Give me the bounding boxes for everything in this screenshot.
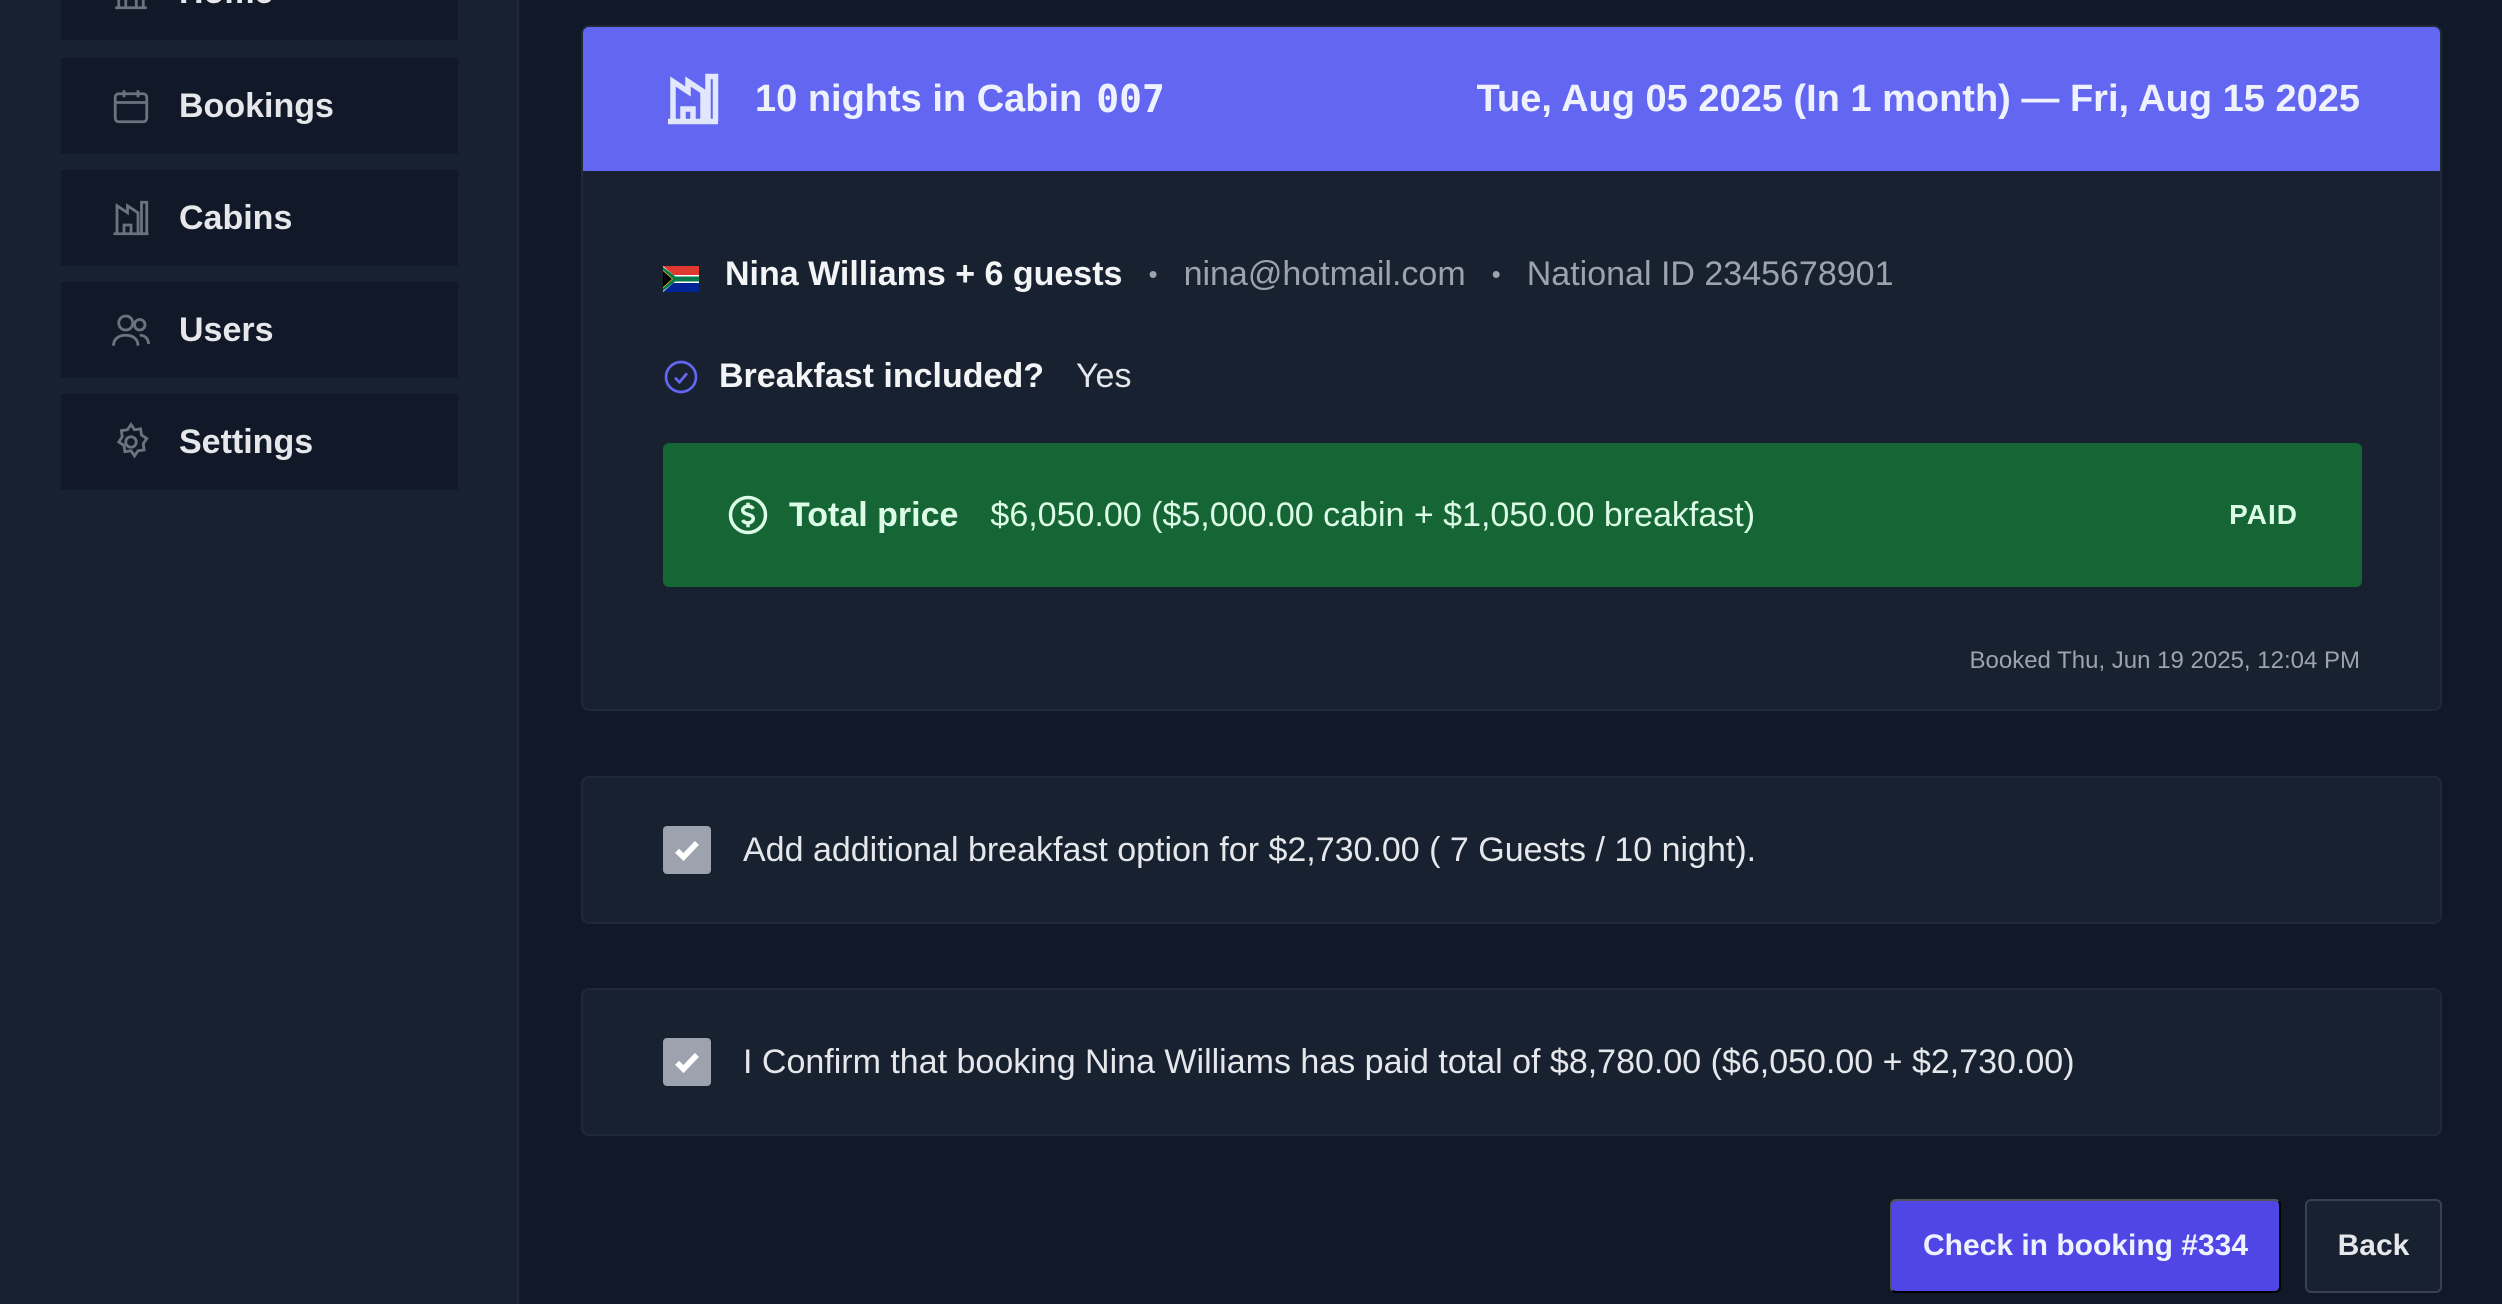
dollar-circle-icon xyxy=(727,494,769,536)
cabin-icon xyxy=(109,196,153,240)
add-breakfast-card: Add additional breakfast option for $2,7… xyxy=(581,776,2442,924)
sidebar-item-label: Users xyxy=(179,310,274,349)
sidebar-item-cabins[interactable]: Cabins xyxy=(61,170,458,266)
guest-info: Nina Williams + 6 guests • nina@hotmail.… xyxy=(663,255,1893,294)
price-summary: Total price $6,050.00 ($5,000.00 cabin +… xyxy=(663,443,2362,587)
sidebar-item-settings[interactable]: Settings xyxy=(61,394,458,490)
sidebar-item-label: Settings xyxy=(179,422,314,461)
separator-dot: • xyxy=(1148,259,1158,289)
breakfast-label: Breakfast included? xyxy=(719,357,1044,395)
cabin-icon xyxy=(663,69,723,129)
add-breakfast-label: Add additional breakfast option for $2,7… xyxy=(743,830,1757,869)
sidebar: Home Bookings Cabins Users Settings xyxy=(0,0,519,1304)
booking-title: 10 nights in Cabin xyxy=(755,77,1083,120)
users-icon xyxy=(109,308,153,352)
sidebar-item-label: Home xyxy=(179,0,273,12)
cabin-number: 007 xyxy=(1096,77,1165,121)
south-africa-flag-icon xyxy=(663,262,699,292)
home-icon xyxy=(109,0,153,14)
confirm-paid-label: I Confirm that booking Nina Williams has… xyxy=(743,1042,2075,1081)
separator-dot: • xyxy=(1491,259,1501,289)
confirm-paid-card: I Confirm that booking Nina Williams has… xyxy=(581,988,2442,1136)
sidebar-item-bookings[interactable]: Bookings xyxy=(61,58,458,154)
breakfast-value: Yes xyxy=(1075,357,1132,395)
guest-name: Nina Williams + 6 guests xyxy=(725,255,1123,293)
check-circle-icon xyxy=(663,359,699,395)
status-badge: PAID xyxy=(2229,499,2298,530)
price-value: $6,050.00 ($5,000.00 cabin + $1,050.00 b… xyxy=(990,495,1756,534)
add-breakfast-checkbox[interactable] xyxy=(663,826,711,874)
check-in-button[interactable]: Check in booking #334 xyxy=(1890,1199,2281,1293)
confirm-paid-checkbox[interactable] xyxy=(663,1038,711,1086)
booked-timestamp: Booked Thu, Jun 19 2025, 12:04 PM xyxy=(1969,647,2360,674)
gear-icon xyxy=(109,420,153,464)
guest-national-id: National ID 2345678901 xyxy=(1526,255,1894,293)
booking-header: 10 nights in Cabin 007 Tue, Aug 05 2025 … xyxy=(583,27,2440,171)
breakfast-info: Breakfast included? Yes xyxy=(663,357,1131,396)
sidebar-item-label: Cabins xyxy=(179,198,293,237)
back-button[interactable]: Back xyxy=(2305,1199,2442,1293)
booking-dates: Tue, Aug 05 2025 (In 1 month) — Fri, Aug… xyxy=(1476,77,2360,120)
guest-email: nina@hotmail.com xyxy=(1183,255,1466,293)
sidebar-item-label: Bookings xyxy=(179,86,334,125)
sidebar-item-home[interactable]: Home xyxy=(61,0,458,40)
booking-card: 10 nights in Cabin 007 Tue, Aug 05 2025 … xyxy=(581,25,2442,711)
sidebar-item-users[interactable]: Users xyxy=(61,282,458,378)
price-label: Total price xyxy=(789,495,959,534)
calendar-icon xyxy=(109,84,153,128)
